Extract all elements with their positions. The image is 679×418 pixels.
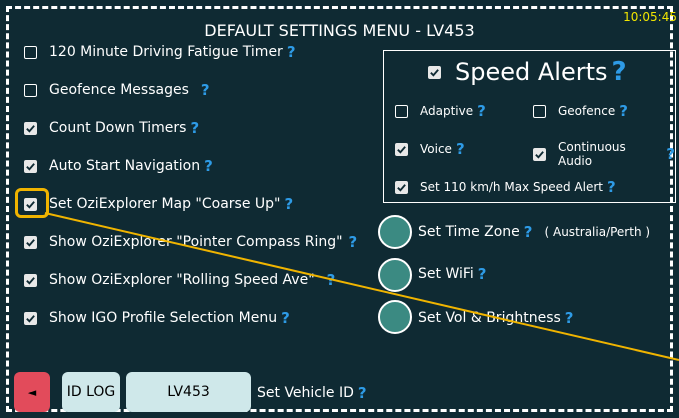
help-icon[interactable]: ? <box>666 145 675 163</box>
setting-label: Set OziExplorer Map "Coarse Up" <box>49 196 281 212</box>
help-icon[interactable]: ? <box>190 119 199 137</box>
checkbox[interactable] <box>24 121 37 135</box>
set-vehicle-id-row: Set Vehicle ID ? <box>257 384 367 402</box>
help-icon[interactable]: ? <box>456 140 465 158</box>
speed-alerts-title: Speed Alerts <box>455 58 608 86</box>
setting-label: Geofence Messages <box>49 82 189 98</box>
help-icon[interactable]: ? <box>284 195 293 213</box>
time-zone-value: ( Australia/Perth ) <box>544 225 651 239</box>
alert-option-label: Adaptive <box>420 104 474 118</box>
setting-label: Count Down Timers <box>49 120 187 136</box>
id-log-button[interactable]: ID LOG <box>62 372 120 412</box>
setting-label: Show OziExplorer "Rolling Speed Ave" <box>49 272 315 288</box>
help-icon[interactable]: ? <box>607 178 616 196</box>
help-icon[interactable]: ? <box>287 43 296 61</box>
setting-count-down-timers[interactable]: Count Down Timers ? <box>24 119 199 137</box>
vehicle-id-button[interactable]: LV453 <box>126 372 251 412</box>
set-vol-brightness-label: Set Vol & Brightness <box>418 310 561 326</box>
set-wifi-row: Set WiFi ? <box>418 265 487 283</box>
set-vol-brightness-button[interactable] <box>378 300 412 334</box>
checkbox[interactable] <box>24 83 37 97</box>
help-icon[interactable]: ? <box>204 157 213 175</box>
alert-option-label: Set 110 km/h Max Speed Alert <box>420 180 603 194</box>
checkbox[interactable] <box>24 273 37 287</box>
page-title: DEFAULT SETTINGS MENU - LV453 <box>204 21 475 40</box>
help-icon[interactable]: ? <box>281 309 290 327</box>
alert-option-max-speed[interactable]: Set 110 km/h Max Speed Alert ? <box>395 178 616 196</box>
checkbox[interactable] <box>533 147 546 161</box>
help-icon[interactable]: ? <box>524 223 533 241</box>
checkbox[interactable] <box>24 159 37 173</box>
help-icon[interactable]: ? <box>358 384 367 402</box>
alert-option-continuous-audio[interactable]: Continuous Audio ? <box>533 140 675 168</box>
back-button[interactable]: ◄ <box>14 372 50 412</box>
setting-label: Auto Start Navigation <box>49 158 201 174</box>
help-icon[interactable]: ? <box>565 309 574 327</box>
help-icon[interactable]: ? <box>327 271 336 289</box>
help-icon[interactable]: ? <box>477 102 486 120</box>
alert-option-geofence[interactable]: Geofence ? <box>533 102 628 120</box>
alert-option-label: Geofence <box>558 104 616 118</box>
checkbox[interactable] <box>395 180 408 194</box>
speed-alerts-header[interactable]: Speed Alerts ? <box>428 57 627 87</box>
set-time-zone-row: Set Time Zone ? ( Australia/Perth ) <box>418 223 650 241</box>
alert-option-adaptive[interactable]: Adaptive ? <box>395 102 486 120</box>
help-icon[interactable]: ? <box>619 102 628 120</box>
set-vol-brightness-row: Set Vol & Brightness ? <box>418 309 573 327</box>
setting-ozi-rolling-speed[interactable]: Show OziExplorer "Rolling Speed Ave" ? <box>24 271 335 289</box>
checkbox[interactable] <box>533 104 546 118</box>
speed-alerts-panel: Speed Alerts ? Adaptive ? Geofence ? Voi… <box>383 50 676 203</box>
clock: 10:05:45 <box>623 10 677 24</box>
alert-option-label: Voice <box>420 142 452 156</box>
focus-highlight <box>15 188 49 218</box>
help-icon[interactable]: ? <box>478 265 487 283</box>
help-icon[interactable]: ? <box>612 57 627 87</box>
speed-alerts-checkbox[interactable] <box>428 65 441 79</box>
back-arrow-icon: ◄ <box>27 385 37 399</box>
alert-option-voice[interactable]: Voice ? <box>395 140 465 158</box>
setting-ozi-coarse-up[interactable]: Set OziExplorer Map "Coarse Up" ? <box>24 195 293 213</box>
checkbox[interactable] <box>395 104 408 118</box>
setting-fatigue-timer[interactable]: 120 Minute Driving Fatigue Timer ? <box>24 43 296 61</box>
checkbox[interactable] <box>24 311 37 325</box>
set-time-zone-label: Set Time Zone <box>418 224 520 240</box>
checkbox[interactable] <box>395 142 408 156</box>
help-icon[interactable]: ? <box>349 233 358 251</box>
setting-igo-profile-menu[interactable]: Show IGO Profile Selection Menu ? <box>24 309 290 327</box>
setting-ozi-compass-ring[interactable]: Show OziExplorer "Pointer Compass Ring" … <box>24 233 357 251</box>
set-wifi-label: Set WiFi <box>418 266 474 282</box>
setting-label: Show OziExplorer "Pointer Compass Ring" <box>49 234 343 250</box>
help-icon[interactable]: ? <box>201 81 210 99</box>
alert-option-label: Continuous Audio <box>558 140 626 168</box>
setting-geofence-messages[interactable]: Geofence Messages ? <box>24 81 210 99</box>
setting-label: 120 Minute Driving Fatigue Timer <box>49 44 283 60</box>
set-vehicle-id-label: Set Vehicle ID <box>257 385 354 401</box>
setting-label: Show IGO Profile Selection Menu <box>49 310 278 326</box>
set-time-zone-button[interactable] <box>378 215 412 249</box>
setting-auto-start-navigation[interactable]: Auto Start Navigation ? <box>24 157 213 175</box>
set-wifi-button[interactable] <box>378 258 412 292</box>
checkbox[interactable] <box>24 45 37 59</box>
checkbox[interactable] <box>24 235 37 249</box>
